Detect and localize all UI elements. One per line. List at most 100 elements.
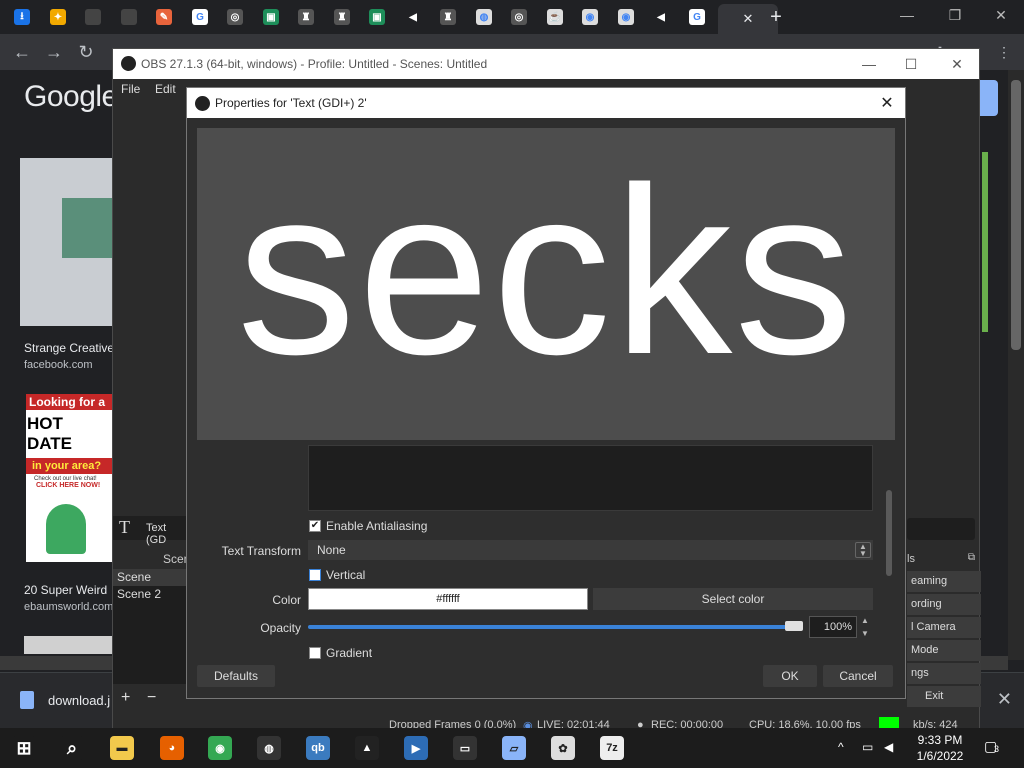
- windows-taskbar: ^ ▭ ◀ 9:33 PM 1/6/2022 ▢ 3 ⊞ ⌕ ▬ ◕ ◉ ◍ qb ▲ ▶ ▭ ▱ ✿…: [0, 728, 1024, 768]
- browser-tab[interactable]: ♜: [328, 4, 356, 30]
- show-hidden-icons-icon[interactable]: ^: [838, 740, 844, 754]
- start-recording-button[interactable]: ording: [907, 594, 981, 615]
- scrollbar-thumb[interactable]: [1011, 80, 1021, 350]
- plus-icon: +: [121, 689, 131, 706]
- browser-tab[interactable]: ⭳: [8, 4, 36, 30]
- browser-tab[interactable]: ◀: [647, 4, 675, 30]
- reload-button[interactable]: ↻: [74, 40, 98, 64]
- browser-tab[interactable]: ▣: [363, 4, 391, 30]
- browser-tab[interactable]: ◉: [576, 4, 604, 30]
- sheet-green-icon: ▣: [263, 9, 279, 25]
- close-download-bar-button[interactable]: ✕: [997, 689, 1012, 710]
- text-input[interactable]: [308, 445, 873, 511]
- obs-icon[interactable]: ◍: [257, 736, 281, 760]
- browser-tab[interactable]: ◀: [399, 4, 427, 30]
- 7zip-icon[interactable]: 7z: [600, 736, 624, 760]
- menu-edit[interactable]: Edit: [155, 82, 176, 96]
- browser-tab[interactable]: [79, 4, 107, 30]
- photos-icon[interactable]: ▲: [355, 736, 379, 760]
- obs-maximize-button[interactable]: ☐: [897, 53, 925, 75]
- qbittorrent-icon[interactable]: qb: [306, 736, 330, 760]
- browser-tab[interactable]: ◎: [221, 4, 249, 30]
- source-name: Text (GD: [146, 522, 167, 546]
- obs-window-title: OBS 27.1.3 (64-bit, windows) - Profile: …: [141, 57, 488, 71]
- browser-tab[interactable]: G: [683, 4, 711, 30]
- spin-down-icon[interactable]: ▼: [861, 629, 869, 638]
- browser-tab[interactable]: ♜: [292, 4, 320, 30]
- browser-tab[interactable]: [115, 4, 143, 30]
- undock-icon[interactable]: ⧉: [968, 552, 975, 563]
- result-title[interactable]: Strange Creative: [24, 341, 114, 355]
- windows-start-icon[interactable]: ⊞: [12, 736, 36, 760]
- browser-tab[interactable]: ◍: [470, 4, 498, 30]
- terminal-icon[interactable]: ▭: [453, 736, 477, 760]
- maximize-window-button[interactable]: ❐: [932, 0, 978, 30]
- search-icon[interactable]: ⌕: [60, 736, 84, 760]
- scene-item[interactable]: Scene: [113, 569, 189, 586]
- select-color-button[interactable]: Select color: [593, 588, 873, 610]
- close-window-button[interactable]: ✕: [978, 0, 1024, 30]
- network-icon[interactable]: ▭: [862, 740, 873, 754]
- remove-scene-button[interactable]: −: [147, 689, 156, 707]
- chrome-icon[interactable]: ◉: [208, 736, 232, 760]
- google-icon: G: [192, 9, 208, 25]
- enable-antialiasing-checkbox[interactable]: ✔ Enable Antialiasing: [309, 519, 427, 533]
- opacity-slider-track[interactable]: [308, 625, 798, 629]
- clock[interactable]: 9:33 PM 1/6/2022: [912, 732, 968, 764]
- vertical-checkbox[interactable]: Vertical: [309, 568, 365, 582]
- browser-tab[interactable]: ◉: [612, 4, 640, 30]
- paint-icon[interactable]: ✿: [551, 736, 575, 760]
- dialog-close-button[interactable]: ✕: [875, 91, 899, 115]
- menu-file[interactable]: File: [121, 82, 140, 96]
- notepad-icon[interactable]: ▱: [502, 736, 526, 760]
- virtual-camera-button[interactable]: l Camera: [907, 617, 981, 638]
- browser-tab[interactable]: G: [186, 4, 214, 30]
- exit-button[interactable]: Exit: [907, 686, 981, 707]
- opacity-spinbox[interactable]: 100%: [809, 616, 857, 638]
- dialog-scrollbar-thumb[interactable]: [886, 490, 892, 576]
- defaults-button[interactable]: Defaults: [197, 665, 275, 687]
- side-image: [982, 152, 988, 332]
- result-image[interactable]: [24, 636, 112, 654]
- minimize-window-button[interactable]: —: [884, 0, 930, 30]
- result-image[interactable]: [20, 158, 115, 326]
- start-streaming-button[interactable]: eaming: [907, 571, 981, 592]
- browser-tab[interactable]: ✦: [44, 4, 72, 30]
- browser-tab[interactable]: ☕: [541, 4, 569, 30]
- reload-icon: ↻: [78, 41, 94, 62]
- firefox-icon[interactable]: ◕: [160, 736, 184, 760]
- obs-minimize-button[interactable]: —: [855, 53, 883, 75]
- browser-tab[interactable]: ▣: [257, 4, 285, 30]
- download-item[interactable]: download.j: [48, 693, 110, 708]
- chrome-menu-button[interactable]: ⋮: [992, 40, 1016, 64]
- studio-mode-button[interactable]: Mode: [907, 640, 981, 661]
- file-explorer-icon[interactable]: ▬: [110, 736, 134, 760]
- color-swatch[interactable]: #ffffff: [308, 588, 588, 610]
- add-scene-button[interactable]: +: [121, 689, 130, 707]
- scene-item[interactable]: Scene 2: [113, 586, 189, 603]
- opacity-slider-handle[interactable]: [785, 621, 803, 631]
- forward-button[interactable]: →: [42, 40, 66, 64]
- ok-button[interactable]: OK: [763, 665, 817, 687]
- text-transform-select[interactable]: None ▲ ▼: [308, 540, 873, 560]
- cancel-button[interactable]: Cancel: [823, 665, 893, 687]
- spin-up-icon[interactable]: ▲: [861, 616, 869, 625]
- result-title[interactable]: 20 Super Weird: [24, 583, 107, 597]
- browser-tab[interactable]: ♜: [434, 4, 462, 30]
- close-tab-icon[interactable]: ✕: [743, 11, 754, 27]
- vertical-scrollbar[interactable]: [1008, 70, 1024, 660]
- obs-close-button[interactable]: ✕: [943, 53, 971, 75]
- text-transform-label: Text Transform: [221, 544, 301, 558]
- browser-tab[interactable]: ✎: [150, 4, 178, 30]
- ad-image[interactable]: Looking for a HOT DATE in your area? Che…: [26, 394, 112, 562]
- opacity-spin-buttons[interactable]: ▲ ▼: [858, 616, 872, 638]
- back-button[interactable]: ←: [10, 40, 34, 64]
- video-editor-icon[interactable]: ▶: [404, 736, 428, 760]
- volume-muted-icon[interactable]: ◀: [884, 740, 893, 754]
- source-item[interactable]: T Text (GD: [113, 516, 189, 546]
- browser-tab[interactable]: ◎: [505, 4, 533, 30]
- gradient-checkbox[interactable]: Gradient: [309, 646, 372, 660]
- new-tab-button[interactable]: +: [762, 4, 790, 30]
- notifications-button[interactable]: ▢ 3: [984, 738, 1006, 758]
- settings-button[interactable]: ngs: [907, 663, 981, 684]
